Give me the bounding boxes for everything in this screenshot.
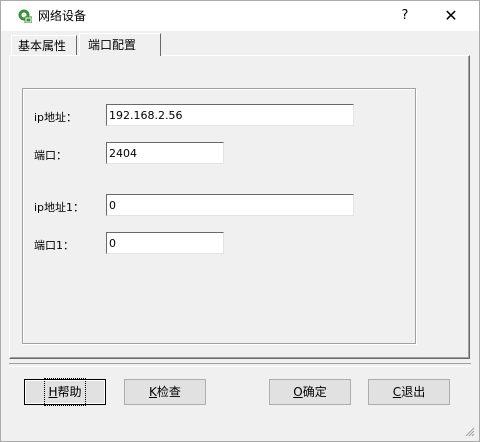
close-button[interactable]: ✕: [437, 3, 465, 29]
port-field[interactable]: [106, 142, 224, 164]
ok-mnemonic: O: [293, 385, 303, 399]
button-bar-separator: [9, 363, 471, 367]
ok-button[interactable]: O确定: [269, 379, 351, 405]
port-label: 端口：: [34, 149, 67, 162]
check-button[interactable]: K检查: [124, 379, 206, 405]
port-1-field[interactable]: [106, 232, 224, 254]
ip-address-1-label: ip地址1：: [34, 201, 85, 214]
settings-group-box: ip地址： 端口： ip地址1： 端口1：: [22, 88, 416, 344]
network-device-icon: [18, 9, 32, 23]
help-button-label: 帮助: [57, 385, 82, 399]
port-1-label: 端口1：: [34, 239, 74, 252]
check-mnemonic: K: [149, 385, 157, 399]
tab-port-config[interactable]: 端口配置: [79, 33, 161, 56]
exit-button-label: 退出: [401, 385, 426, 399]
ip-address-1-field[interactable]: [106, 194, 354, 216]
exit-button[interactable]: C退出: [368, 379, 450, 405]
ok-button-label: 确定: [302, 385, 327, 399]
exit-mnemonic: C: [392, 385, 402, 399]
ip-address-field[interactable]: [106, 104, 354, 126]
help-button[interactable]: H帮助: [24, 378, 106, 406]
tab-control: 基本属性 端口配置 ip地址： 端口： ip地址1： 端口1：: [9, 31, 473, 361]
resize-grip-icon[interactable]: [463, 425, 475, 437]
title-bar[interactable]: 网络设备 ? ✕: [1, 1, 479, 31]
window-title: 网络设备: [38, 9, 87, 23]
tab-basic-properties[interactable]: 基本属性: [11, 35, 77, 55]
help-question-button[interactable]: ?: [391, 3, 419, 29]
dialog-window: 网络设备 ? ✕ 基本属性 端口配置 ip地址： 端口： ip地址1： 端口1：…: [0, 0, 480, 442]
tab-page-port-config: ip地址： 端口： ip地址1： 端口1：: [9, 55, 470, 359]
check-button-label: 检查: [156, 385, 181, 399]
help-mnemonic: H: [48, 385, 58, 399]
ip-address-label: ip地址：: [34, 111, 78, 124]
